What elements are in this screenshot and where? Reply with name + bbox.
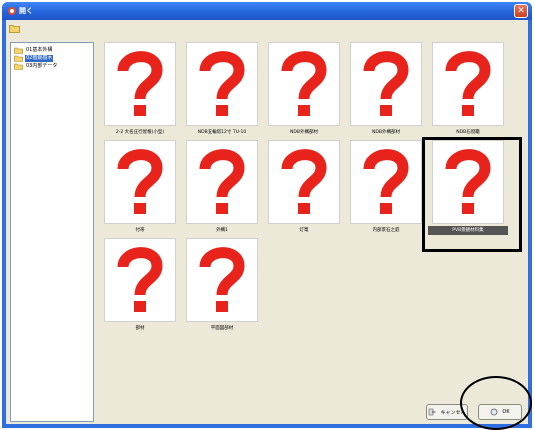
thumbnail-image xyxy=(104,42,176,126)
thumbnail-caption: 内部景石之庭 xyxy=(372,228,400,233)
thumbnail-item[interactable]: NDB外構部材 xyxy=(264,42,344,139)
thumbnail-image xyxy=(186,238,258,322)
thumbnail-image xyxy=(186,42,258,126)
thumbnail-item[interactable]: 平面図部材 xyxy=(182,238,262,335)
window-title: 開く xyxy=(19,7,33,15)
thumbnail-caption: NDB外構部材 xyxy=(290,130,318,135)
title-bar[interactable]: 開く ✕ xyxy=(2,2,532,20)
question-mark-icon xyxy=(281,149,327,214)
folder-icon xyxy=(14,63,23,70)
thumbnail-caption: 外構1 xyxy=(216,228,228,233)
tree-item-selected[interactable]: 02植栽樹木 xyxy=(14,54,54,62)
thumbnail-caption: NDB石燈籠 xyxy=(456,130,480,135)
app-icon xyxy=(8,7,16,15)
tree-item-label: 03内部データ xyxy=(26,62,58,69)
thumbnail-item[interactable]: NDB五輪塔12寸 TU-10 xyxy=(182,42,262,139)
thumbnail-image xyxy=(350,42,422,126)
question-mark-icon xyxy=(281,51,327,116)
thumbnail-image xyxy=(432,42,504,126)
thumbnail-item[interactable]: 内部景石之庭 xyxy=(346,140,426,237)
folder-up-icon[interactable] xyxy=(9,24,20,33)
folder-icon xyxy=(14,47,23,54)
dialog-window: 開く ✕ 01基本外構 02植栽樹木 03内部データ 2-2 大名庄行屋根(小型… xyxy=(2,2,532,428)
thumbnail-image xyxy=(186,140,258,224)
thumbnail-caption: 平面図部材 xyxy=(210,326,234,331)
question-mark-icon xyxy=(199,149,245,214)
thumbnail-item[interactable]: 外構1 xyxy=(182,140,262,237)
thumbnail-caption: NDB外構部材 xyxy=(372,130,400,135)
question-mark-icon xyxy=(199,247,245,312)
question-mark-icon xyxy=(199,51,245,116)
thumbnail-item[interactable]: 灯篭 xyxy=(264,140,344,237)
question-mark-icon xyxy=(117,51,163,116)
thumbnail-item[interactable]: NDB石燈籠 xyxy=(428,42,508,139)
dialog-body: 01基本外構 02植栽樹木 03内部データ 2-2 大名庄行屋根(小型) NDB五… xyxy=(6,20,528,424)
thumbnail-item[interactable]: NDB外構部材 xyxy=(346,42,426,139)
tree-item[interactable]: 01基本外構 xyxy=(14,46,53,54)
thumbnail-image xyxy=(268,140,340,224)
question-mark-icon xyxy=(363,149,409,214)
thumbnail-caption: 灯篭 xyxy=(299,228,309,233)
thumbnail-caption: NDB五輪塔12寸 TU-10 xyxy=(197,130,247,135)
thumbnail-image xyxy=(350,140,422,224)
tree-item[interactable]: 03内部データ xyxy=(14,62,58,70)
thumbnail-caption: 付帯 xyxy=(135,228,145,233)
tree-item-label: 01基本外構 xyxy=(26,46,53,53)
thumbnail-image xyxy=(268,42,340,126)
question-mark-icon xyxy=(445,51,491,116)
question-mark-icon xyxy=(117,149,163,214)
thumbnail-item[interactable]: 付帯 xyxy=(100,140,180,237)
question-mark-icon xyxy=(363,51,409,116)
ok-highlight-circle xyxy=(460,376,532,430)
thumbnail-item[interactable]: 2-2 大名庄行屋根(小型) xyxy=(100,42,180,139)
cancel-icon xyxy=(429,408,436,416)
folder-tree[interactable]: 01基本外構 02植栽樹木 03内部データ xyxy=(10,42,94,422)
folder-icon xyxy=(14,55,23,62)
close-button[interactable]: ✕ xyxy=(514,4,528,18)
thumbnail-image xyxy=(104,140,176,224)
thumbnail-caption: 部材 xyxy=(135,326,145,331)
selection-highlight-box xyxy=(422,137,522,252)
tree-item-label: 02植栽樹木 xyxy=(25,54,54,62)
thumbnail-image xyxy=(104,238,176,322)
thumbnail-item[interactable]: 部材 xyxy=(100,238,180,335)
thumbnail-caption: 2-2 大名庄行屋根(小型) xyxy=(115,130,165,135)
question-mark-icon xyxy=(117,247,163,312)
